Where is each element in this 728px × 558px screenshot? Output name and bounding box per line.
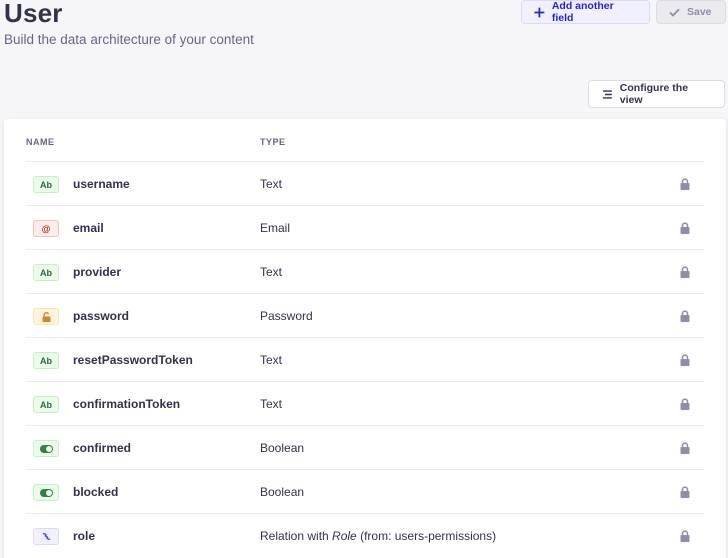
lock-icon (680, 530, 690, 542)
password-lock-icon (33, 308, 59, 325)
relation-prefix: Relation with (260, 529, 333, 543)
table-row[interactable]: password Password (26, 293, 704, 337)
configure-the-view-button[interactable]: Configure the view (588, 80, 725, 108)
lock-icon (680, 354, 690, 366)
toggle-icon (33, 484, 59, 501)
relation-icon (33, 528, 59, 545)
field-type: Relation with Role (from: users-permissi… (260, 529, 496, 543)
table-row[interactable]: Ab username Text (26, 161, 704, 205)
plus-icon (534, 7, 545, 17)
table-row[interactable]: Ab confirmationToken Text (26, 381, 704, 425)
field-name: email (73, 221, 104, 235)
table-row[interactable]: @ email Email (26, 205, 704, 249)
save-button[interactable]: Save (656, 0, 726, 24)
toggle-icon (33, 440, 59, 457)
lock-icon (680, 442, 690, 454)
page-subtitle: Build the data architecture of your cont… (4, 32, 254, 47)
text-icon: Ab (33, 264, 59, 281)
add-another-field-label: Add another field (551, 0, 614, 24)
field-name: confirmationToken (73, 397, 181, 411)
lock-icon (680, 310, 690, 322)
field-type: Boolean (260, 441, 305, 455)
field-name: role (73, 529, 96, 543)
field-type: Password (260, 309, 313, 323)
text-icon: Ab (33, 396, 59, 413)
lock-icon (680, 178, 690, 190)
column-header-type: TYPE (260, 137, 286, 147)
table-row[interactable]: confirmed Boolean (26, 425, 704, 469)
field-name: password (73, 309, 130, 323)
field-name: resetPasswordToken (73, 353, 193, 367)
table-row[interactable]: Ab provider Text (26, 249, 704, 293)
lock-icon (680, 266, 690, 278)
add-another-field-button[interactable]: Add another field (521, 0, 650, 24)
lock-icon (680, 222, 690, 234)
table-row[interactable]: Ab resetPasswordToken Text (26, 337, 704, 381)
table-row[interactable]: blocked Boolean (26, 469, 704, 513)
field-type: Text (260, 177, 283, 191)
field-name: confirmed (73, 441, 132, 455)
check-icon (669, 8, 680, 17)
page-title: User (4, 0, 63, 28)
field-type: Boolean (260, 485, 305, 499)
field-type: Text (260, 353, 283, 367)
lock-icon (680, 486, 690, 498)
field-type: Text (260, 397, 283, 411)
field-name: provider (73, 265, 122, 279)
fields-table: NAME TYPE Ab username Text @ email Email… (4, 119, 726, 558)
save-label: Save (687, 6, 712, 18)
column-header-name: NAME (26, 137, 55, 147)
table-body: Ab username Text @ email Email Ab provid… (26, 161, 704, 557)
configure-the-view-label: Configure the view (619, 82, 689, 106)
table-row[interactable]: role Relation with Role (from: users-per… (26, 513, 704, 557)
list-settings-icon (602, 89, 612, 99)
field-type: Text (260, 265, 283, 279)
text-icon: Ab (33, 176, 59, 193)
field-name: blocked (73, 485, 119, 499)
field-type: Email (260, 221, 291, 235)
field-name: username (73, 177, 130, 191)
email-icon: @ (33, 220, 59, 237)
page-header: User Build the data architecture of your… (4, 0, 254, 47)
relation-suffix: (from: users-permissions) (356, 529, 497, 543)
relation-target: Role (332, 529, 357, 543)
lock-icon (680, 398, 690, 410)
text-icon: Ab (33, 352, 59, 369)
